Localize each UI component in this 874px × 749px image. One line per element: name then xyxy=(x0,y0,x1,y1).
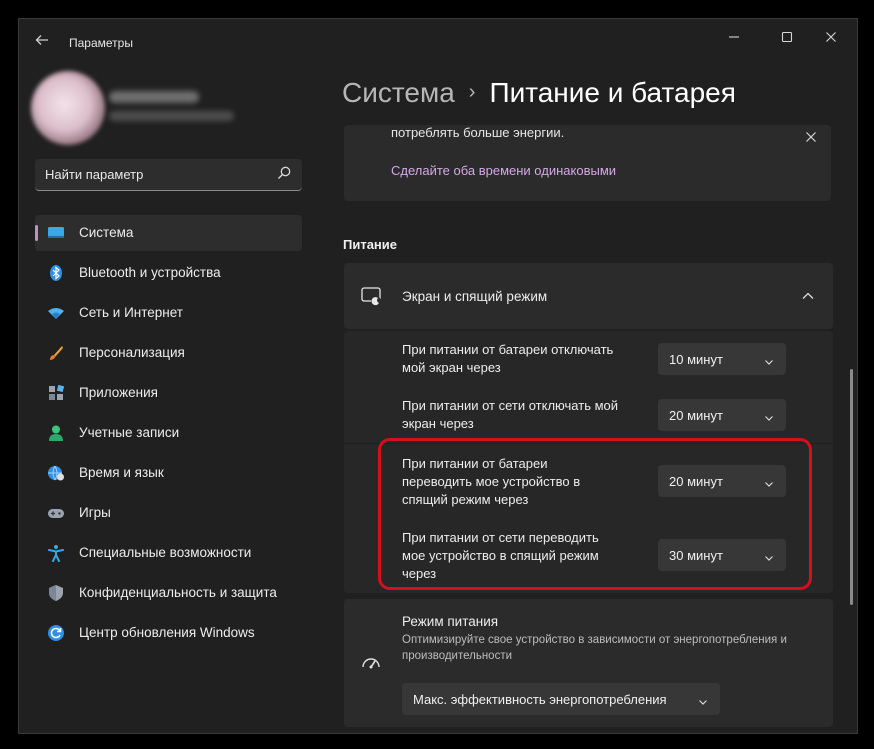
chevron-down-icon xyxy=(764,410,774,421)
globe-clock-icon xyxy=(47,464,65,482)
power-mode-dropdown[interactable]: Макс. эффективность энергопотребления xyxy=(402,683,720,715)
window-title: Параметры xyxy=(69,36,133,50)
wifi-icon xyxy=(47,304,65,322)
screen-sleep-expander[interactable]: Экран и спящий режим xyxy=(344,263,833,329)
label-line: При питании от сети отключать мой xyxy=(402,398,619,413)
sidebar-item-label: Персонализация xyxy=(79,345,185,360)
sidebar-item-label: Сеть и Интернет xyxy=(79,305,183,320)
chevron-up-icon[interactable] xyxy=(801,289,815,303)
chevron-down-icon xyxy=(698,694,708,705)
sidebar-item-system[interactable]: Система xyxy=(35,215,302,251)
battery-screen-off-label: При питании от батареи отключать мой экр… xyxy=(402,341,613,377)
screen-sleep-icon xyxy=(361,287,383,307)
screen-sleep-title: Экран и спящий режим xyxy=(402,289,548,304)
profile-name-blurred xyxy=(109,91,199,103)
system-icon xyxy=(47,224,65,242)
chevron-down-icon xyxy=(764,354,774,365)
search-input[interactable]: Найти параметр xyxy=(45,167,143,182)
search-box[interactable]: Найти параметр xyxy=(35,159,302,191)
sidebar-nav: Система Bluetooth и устройства Сеть и Ин… xyxy=(35,215,302,655)
sidebar-item-privacy[interactable]: Конфиденциальность и защита xyxy=(35,575,302,611)
breadcrumb-parent[interactable]: Система xyxy=(342,77,455,108)
label-line: экран через xyxy=(402,416,474,431)
gamepad-icon xyxy=(47,504,65,522)
sidebar-item-label: Учетные записи xyxy=(79,425,180,440)
sidebar-item-accounts[interactable]: Учетные записи xyxy=(35,415,302,451)
tip-card: потреблять больше энергии. Сделайте оба … xyxy=(344,125,831,201)
sidebar-item-bluetooth[interactable]: Bluetooth и устройства xyxy=(35,255,302,291)
avatar[interactable] xyxy=(31,71,105,145)
sidebar-item-label: Центр обновления Windows xyxy=(79,625,255,640)
maximize-button[interactable] xyxy=(772,27,802,49)
sidebar-item-label: Конфиденциальность и защита xyxy=(79,585,277,600)
battery-screen-off-dropdown[interactable]: 10 минут xyxy=(658,343,786,375)
close-icon[interactable] xyxy=(801,127,821,148)
sidebar-item-label: Система xyxy=(79,225,134,240)
tip-text: потреблять больше энергии. xyxy=(391,125,565,140)
scrollbar[interactable] xyxy=(850,369,853,605)
bluetooth-icon xyxy=(47,264,65,282)
sidebar-item-label: Специальные возможности xyxy=(79,545,252,560)
sidebar-item-label: Bluetooth и устройства xyxy=(79,265,221,280)
label-line: При питании от батареи отключать xyxy=(402,342,614,357)
apps-icon xyxy=(47,384,65,402)
dropdown-value: Макс. эффективность энергопотребления xyxy=(413,692,667,707)
shield-icon xyxy=(47,584,65,602)
make-times-equal-link[interactable]: Сделайте оба времени одинаковыми xyxy=(391,163,616,178)
dropdown-value: 10 минут xyxy=(669,352,723,367)
plugged-screen-off-label: При питании от сети отключать мой экран … xyxy=(402,397,618,433)
person-icon xyxy=(47,424,65,442)
section-title-power: Питание xyxy=(343,237,398,252)
highlight-annotation xyxy=(378,438,812,590)
sidebar-item-apps[interactable]: Приложения xyxy=(35,375,302,411)
label-line: мой экран через xyxy=(402,360,501,375)
breadcrumb: Система › Питание и батарея xyxy=(342,77,736,109)
dropdown-value: 20 минут xyxy=(669,408,723,423)
title-bar: Параметры xyxy=(19,19,857,65)
power-mode-description: Оптимизируйте свое устройство в зависимо… xyxy=(402,634,787,662)
power-mode-card: Режим питания Оптимизируйте свое устройс… xyxy=(344,599,833,727)
breadcrumb-separator: › xyxy=(468,81,476,103)
gauge-icon xyxy=(360,652,382,674)
sidebar-item-windows-update[interactable]: Центр обновления Windows xyxy=(35,615,302,651)
plugged-screen-off-dropdown[interactable]: 20 минут xyxy=(658,399,786,431)
power-mode-title: Режим питания xyxy=(402,614,499,629)
sidebar-item-label: Время и язык xyxy=(79,465,164,480)
minimize-button[interactable] xyxy=(719,27,749,49)
back-arrow-icon[interactable] xyxy=(33,33,51,51)
settings-window: Параметры Найти параметр Система Bluetoo… xyxy=(18,18,858,734)
sidebar-item-label: Игры xyxy=(79,505,111,520)
search-icon[interactable] xyxy=(276,165,292,181)
brush-icon xyxy=(47,344,65,362)
profile-email-blurred xyxy=(109,111,234,121)
sidebar-item-time-language[interactable]: Время и язык xyxy=(35,455,302,491)
sidebar-item-personalization[interactable]: Персонализация xyxy=(35,335,302,371)
sidebar-item-label: Приложения xyxy=(79,385,158,400)
sidebar-item-network[interactable]: Сеть и Интернет xyxy=(35,295,302,331)
accessibility-icon xyxy=(47,544,65,562)
page-title: Питание и батарея xyxy=(489,77,736,108)
update-icon xyxy=(47,624,65,642)
sidebar-item-accessibility[interactable]: Специальные возможности xyxy=(35,535,302,571)
close-button[interactable] xyxy=(816,27,846,49)
sidebar-item-gaming[interactable]: Игры xyxy=(35,495,302,531)
